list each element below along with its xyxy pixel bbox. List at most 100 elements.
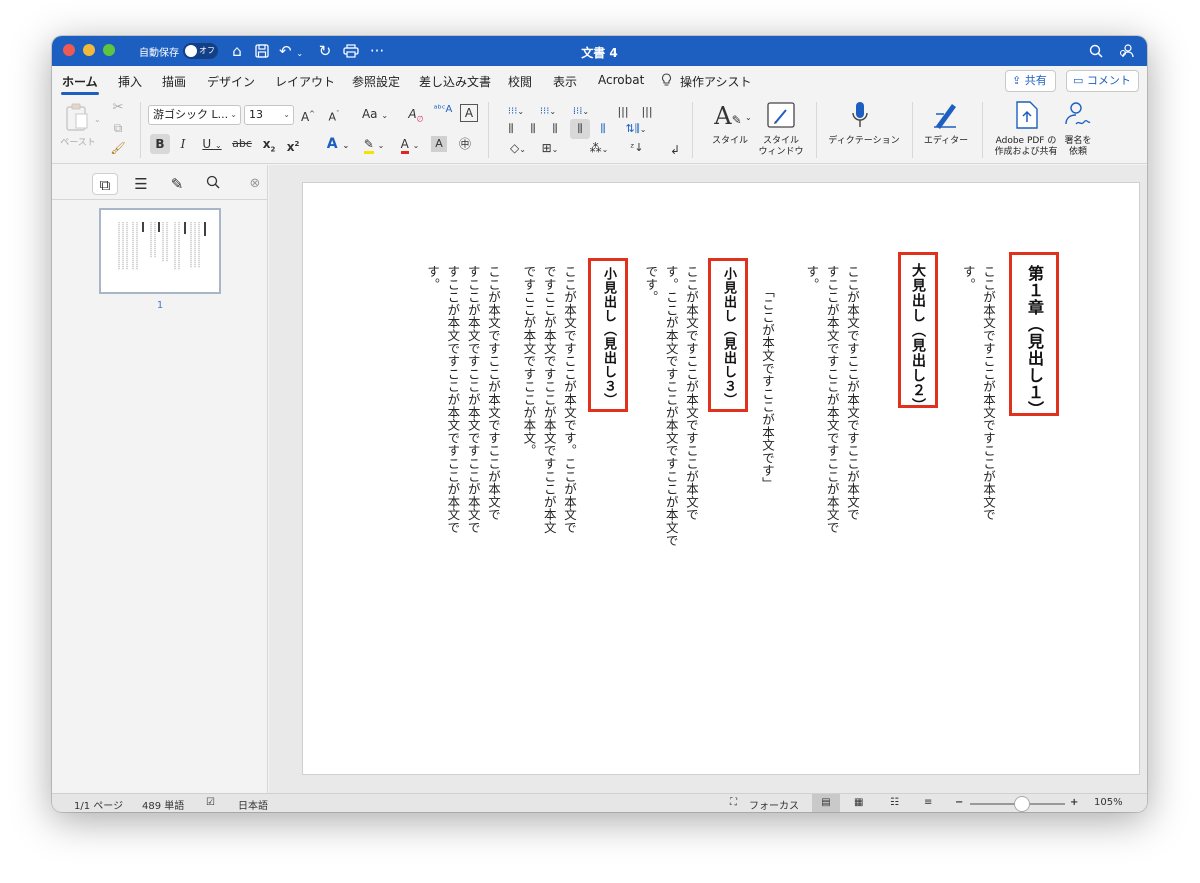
language-indicator[interactable]: 日本語 <box>238 797 268 812</box>
close-pane-icon[interactable]: ⊗ <box>242 173 268 195</box>
focus-icon[interactable]: ⛶ <box>730 797 737 808</box>
phonetic-guide-icon[interactable]: ᵃᵇᶜA <box>432 100 454 120</box>
font-size-select[interactable]: 13 ⌄ <box>244 105 294 125</box>
comment-icon: ▭ <box>1073 74 1084 87</box>
styles-pane-label-2: ウィンドウ <box>758 147 804 157</box>
change-case-icon[interactable]: Aa ⌄ <box>358 104 392 126</box>
align-justify-icon[interactable]: ⫼ <box>570 119 590 139</box>
comment-button[interactable]: ▭ コメント <box>1066 70 1139 92</box>
asian-layout-icon[interactable]: ⁂⌄ <box>584 138 614 160</box>
chevron-down-icon[interactable]: ⌄ <box>745 108 752 128</box>
outline-tab-icon[interactable]: ☰ <box>128 173 154 195</box>
dictation-label: ディクテーション <box>828 136 900 146</box>
align-bottom-icon[interactable]: ⫼ <box>546 119 564 139</box>
font-size-value: 13 <box>249 108 263 121</box>
request-signature-icon[interactable] <box>1062 100 1094 132</box>
copy-icon[interactable]: ⧉ <box>110 118 126 138</box>
distributed-icon[interactable]: ⫼ <box>594 119 612 139</box>
paste-icon[interactable] <box>64 102 90 132</box>
lightbulb-icon <box>661 73 675 90</box>
tab-acrobat[interactable]: Acrobat <box>598 73 644 87</box>
chapter-heading: 第１章（見出し１） <box>1025 265 1044 418</box>
microphone-icon[interactable] <box>848 100 872 132</box>
zoom-level[interactable]: 105% <box>1094 797 1123 808</box>
tab-references[interactable]: 参照設定 <box>352 73 400 90</box>
share-label: 共有 <box>1024 74 1047 87</box>
strikethrough-button[interactable]: abc <box>232 134 252 154</box>
outline-view-icon[interactable]: ☷ <box>890 797 899 808</box>
search-icon[interactable] <box>1087 42 1105 60</box>
account-icon[interactable] <box>1117 42 1137 60</box>
body-paragraph: ここが本文ですここが本文ですここが本文で すここが本文ですここが本文ですここが本… <box>425 265 501 534</box>
comment-label: コメント <box>1086 74 1131 87</box>
format-painter-icon[interactable]: 🖌 <box>110 138 126 158</box>
align-top-icon[interactable]: ⫼ <box>502 119 520 139</box>
cut-icon[interactable]: ✂ <box>110 98 126 118</box>
character-shading-icon[interactable]: A <box>431 136 447 152</box>
zoom-in-button[interactable]: + <box>1070 797 1078 808</box>
editor-icon[interactable] <box>930 100 960 132</box>
draft-view-icon[interactable]: ≡ <box>924 797 932 808</box>
share-button[interactable]: ⇪ 共有 <box>1005 70 1056 92</box>
character-border-icon[interactable]: A <box>460 104 478 122</box>
ribbon-tabs: ホーム 挿入 描画 デザイン レイアウト 参照設定 差し込み文書 校閲 表示 A… <box>52 66 1147 96</box>
thumbnails-tab-icon[interactable]: ⧉ <box>92 173 118 195</box>
font-name-select[interactable]: 游ゴシック L... ⌄ <box>148 105 241 125</box>
body-paragraph: ここが本文ですここが本文ですここが本文で すここが本文ですここが本文ですここが本… <box>804 265 860 534</box>
align-middle-icon[interactable]: ⫼ <box>524 119 542 139</box>
tab-tell-me[interactable]: 操作アシスト <box>680 73 752 90</box>
zoom-slider-knob[interactable] <box>1015 797 1030 811</box>
document-page[interactable]: 第１章（見出し１） ここが本文ですここが本文ですここが本文で す。 大見出し（見… <box>303 183 1139 774</box>
tab-mailings[interactable]: 差し込み文書 <box>419 73 491 90</box>
active-tab-indicator <box>61 92 99 95</box>
styles-gallery-icon[interactable]: A✎ <box>708 100 748 136</box>
font-name-value: 游ゴシック L... <box>153 108 229 121</box>
font-color-icon[interactable]: A ⌄ <box>394 134 426 156</box>
zoom-out-button[interactable]: − <box>955 797 963 808</box>
tab-design[interactable]: デザイン <box>207 73 255 90</box>
borders-icon[interactable]: ⊞⌄ <box>536 138 564 160</box>
subscript-button[interactable]: x2 <box>260 134 278 159</box>
page-count[interactable]: 1/1 ページ <box>74 797 123 812</box>
share-icon: ⇪ <box>1012 74 1022 87</box>
bold-button[interactable]: B <box>150 134 170 154</box>
comments-tab-icon[interactable]: ✎ <box>164 173 190 195</box>
highlight-icon[interactable]: ✎ ⌄ <box>358 134 390 156</box>
line-spacing-icon[interactable]: ⇅⫼⌄ <box>618 119 654 140</box>
adobe-pdf-icon[interactable] <box>1014 100 1040 132</box>
sort-icon[interactable]: ᶻ↓ <box>626 138 648 158</box>
enclose-characters-icon[interactable]: ㊥ <box>455 134 475 154</box>
clear-formatting-icon[interactable]: A∅ <box>406 104 426 129</box>
shading-icon[interactable]: ◇⌄ <box>504 138 532 160</box>
sign-label-2: 依頼 <box>1068 147 1087 157</box>
minor-heading: 小見出し（見出し３） <box>721 267 736 407</box>
search-icon[interactable] <box>200 173 226 195</box>
shrink-font-icon[interactable]: Aˇ <box>324 104 344 128</box>
status-bar: 1/1 ページ 489 単語 ☑ 日本語 ⛶ フォーカス ▤ ▦ ☷ ≡ − +… <box>52 793 1147 812</box>
chevron-down-icon: ⌄ <box>230 110 237 119</box>
navigation-pane: ⧉ ☰ ✎ ⊗ 1 <box>52 165 268 793</box>
web-layout-icon[interactable]: ▦ <box>854 797 863 808</box>
superscript-button[interactable]: x2 <box>284 134 302 157</box>
tab-draw[interactable]: 描画 <box>162 73 186 90</box>
divider <box>140 102 141 158</box>
tab-home[interactable]: ホーム <box>62 73 98 90</box>
styles-pane-label-1: スタイル <box>762 136 799 146</box>
underline-button[interactable]: U ⌄ <box>198 134 226 156</box>
tab-insert[interactable]: 挿入 <box>118 73 142 90</box>
paste-dropdown-icon[interactable]: ⌄ <box>94 110 101 130</box>
italic-button[interactable]: I <box>174 134 192 154</box>
tab-review[interactable]: 校閲 <box>508 73 532 90</box>
word-count[interactable]: 489 単語 <box>142 797 184 812</box>
text-effects-icon[interactable]: A ⌄ <box>322 134 354 156</box>
print-layout-icon[interactable]: ▤ <box>812 794 840 812</box>
tab-layout[interactable]: レイアウト <box>275 73 335 90</box>
styles-pane-icon[interactable] <box>766 100 796 130</box>
show-formatting-icon[interactable]: ↲ <box>666 140 684 160</box>
proofing-icon[interactable]: ☑ <box>206 797 215 808</box>
page-thumbnail[interactable] <box>99 208 221 294</box>
grow-font-icon[interactable]: A^ <box>298 104 318 127</box>
styles-label: スタイル <box>711 136 748 146</box>
focus-label[interactable]: フォーカス <box>749 797 799 812</box>
tab-view[interactable]: 表示 <box>553 73 577 90</box>
